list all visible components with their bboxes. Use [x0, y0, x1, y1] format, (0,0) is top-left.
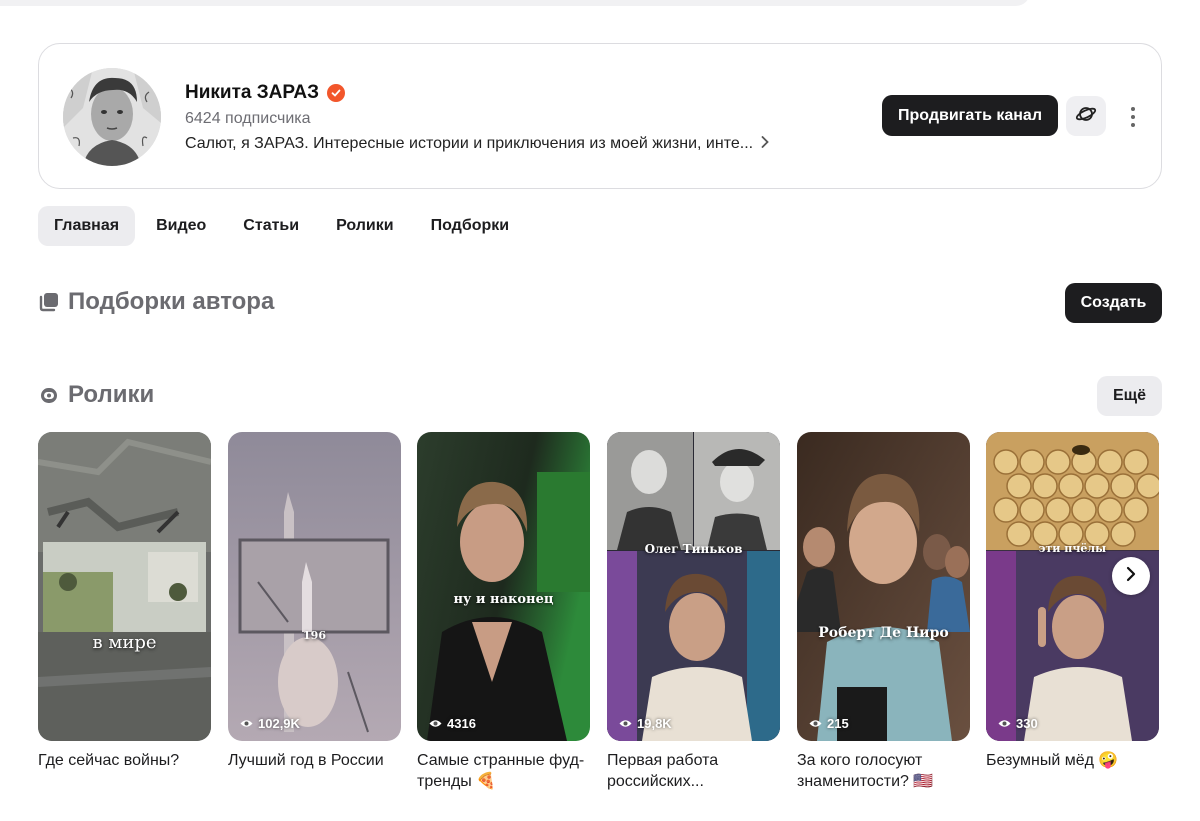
tab-video[interactable]: Видео [140, 206, 222, 246]
chevron-right-icon [1126, 566, 1136, 587]
views-count: 19,8K [619, 716, 672, 731]
views-count: 102,9K [240, 716, 300, 731]
verified-check-icon [327, 84, 345, 102]
promote-channel-button[interactable]: Продвигать канал [882, 95, 1058, 136]
top-search-bar-edge [0, 0, 1030, 6]
short-thumbnail[interactable]: в мире [38, 432, 211, 741]
short-title[interactable]: Первая работа российских... [607, 750, 785, 792]
tab-articles[interactable]: Статьи [227, 206, 315, 246]
short-card[interactable]: эти пчёлы 330 Безумный мёд 🤪 [986, 432, 1159, 771]
create-collection-button[interactable]: Создать [1065, 283, 1162, 323]
short-thumbnail[interactable]: ну и наконец 4316 [417, 432, 590, 741]
channel-description[interactable]: Салют, я ЗАРАЗ. Интересные истории и при… [185, 135, 769, 153]
more-vertical-icon[interactable] [1125, 104, 1141, 130]
short-thumbnail[interactable]: Роберт Де Ниро 215 [797, 432, 970, 741]
shorts-title-text: Ролики [68, 381, 155, 408]
tab-collections[interactable]: Подборки [415, 206, 526, 246]
tab-main[interactable]: Главная [38, 206, 136, 246]
views-count: 4316 [429, 716, 476, 731]
short-title[interactable]: За кого голосуют знаменитости? 🇺🇸 [797, 750, 975, 792]
channel-header-card: Никита ЗАРАЗ 6424 подписчика Салют, я ЗА… [38, 43, 1162, 189]
views-count-text: 19,8K [637, 716, 672, 731]
short-card[interactable]: Олег Тиньков 19,8K Первая работа российс… [607, 432, 780, 792]
eye-icon [998, 719, 1011, 728]
views-count: 215 [809, 716, 849, 731]
eye-icon [619, 719, 632, 728]
shorts-section-title: Ролики [38, 381, 154, 409]
collections-icon [38, 291, 60, 313]
short-overlay-text: эти пчёлы [1038, 542, 1107, 555]
avatar[interactable] [63, 68, 161, 166]
collections-title-text: Подборки автора [68, 288, 275, 315]
planet-button[interactable] [1066, 96, 1106, 136]
eye-icon [809, 719, 822, 728]
channel-tabs: Главная Видео Статьи Ролики Подборки [38, 206, 530, 246]
views-count-text: 102,9K [258, 716, 300, 731]
short-title[interactable]: Где сейчас войны? [38, 750, 216, 771]
short-card[interactable]: Роберт Де Ниро 215 За кого голосуют знам… [797, 432, 970, 792]
subscriber-count: 6424 подписчика [185, 110, 311, 127]
short-title[interactable]: Лучший год в России [228, 750, 406, 771]
collections-section-title: Подборки автора [38, 288, 274, 316]
channel-name-text: Никита ЗАРАЗ [185, 82, 319, 103]
short-card[interactable]: в мире Где сейчас войны? [38, 432, 211, 771]
shorts-row: в мире Где сейчас войны? 196 102,9K Лучш… [38, 432, 1162, 812]
channel-name[interactable]: Никита ЗАРАЗ [185, 82, 345, 104]
short-card[interactable]: 196 102,9K Лучший год в России [228, 432, 401, 771]
channel-description-text: Салют, я ЗАРАЗ. Интересные истории и при… [185, 135, 754, 152]
eye-icon [429, 719, 442, 728]
short-card[interactable]: ну и наконец 4316 Самые странные фуд-тре… [417, 432, 590, 792]
planet-icon [1075, 103, 1097, 130]
carousel-next-button[interactable] [1112, 557, 1150, 595]
short-overlay-text: ну и наконец [453, 592, 554, 607]
views-count-text: 215 [827, 716, 849, 731]
chevron-right-icon [761, 135, 769, 153]
short-title[interactable]: Безумный мёд 🤪 [986, 750, 1164, 771]
tab-shorts[interactable]: Ролики [320, 206, 410, 246]
short-thumbnail[interactable]: Олег Тиньков 19,8K [607, 432, 780, 741]
short-overlay-text: Роберт Де Ниро [818, 625, 949, 641]
shorts-more-button[interactable]: Ещё [1097, 376, 1162, 416]
views-count-text: 4316 [447, 716, 476, 731]
eye-icon [240, 719, 253, 728]
short-overlay-text: Олег Тиньков [644, 542, 743, 556]
short-thumbnail[interactable]: 196 102,9K [228, 432, 401, 741]
views-count: 330 [998, 716, 1038, 731]
short-overlay-text: 196 [303, 629, 326, 642]
short-title[interactable]: Самые странные фуд-тренды 🍕 [417, 750, 595, 792]
shorts-icon [38, 384, 60, 406]
views-count-text: 330 [1016, 716, 1038, 731]
short-overlay-text: в мире [92, 632, 157, 653]
